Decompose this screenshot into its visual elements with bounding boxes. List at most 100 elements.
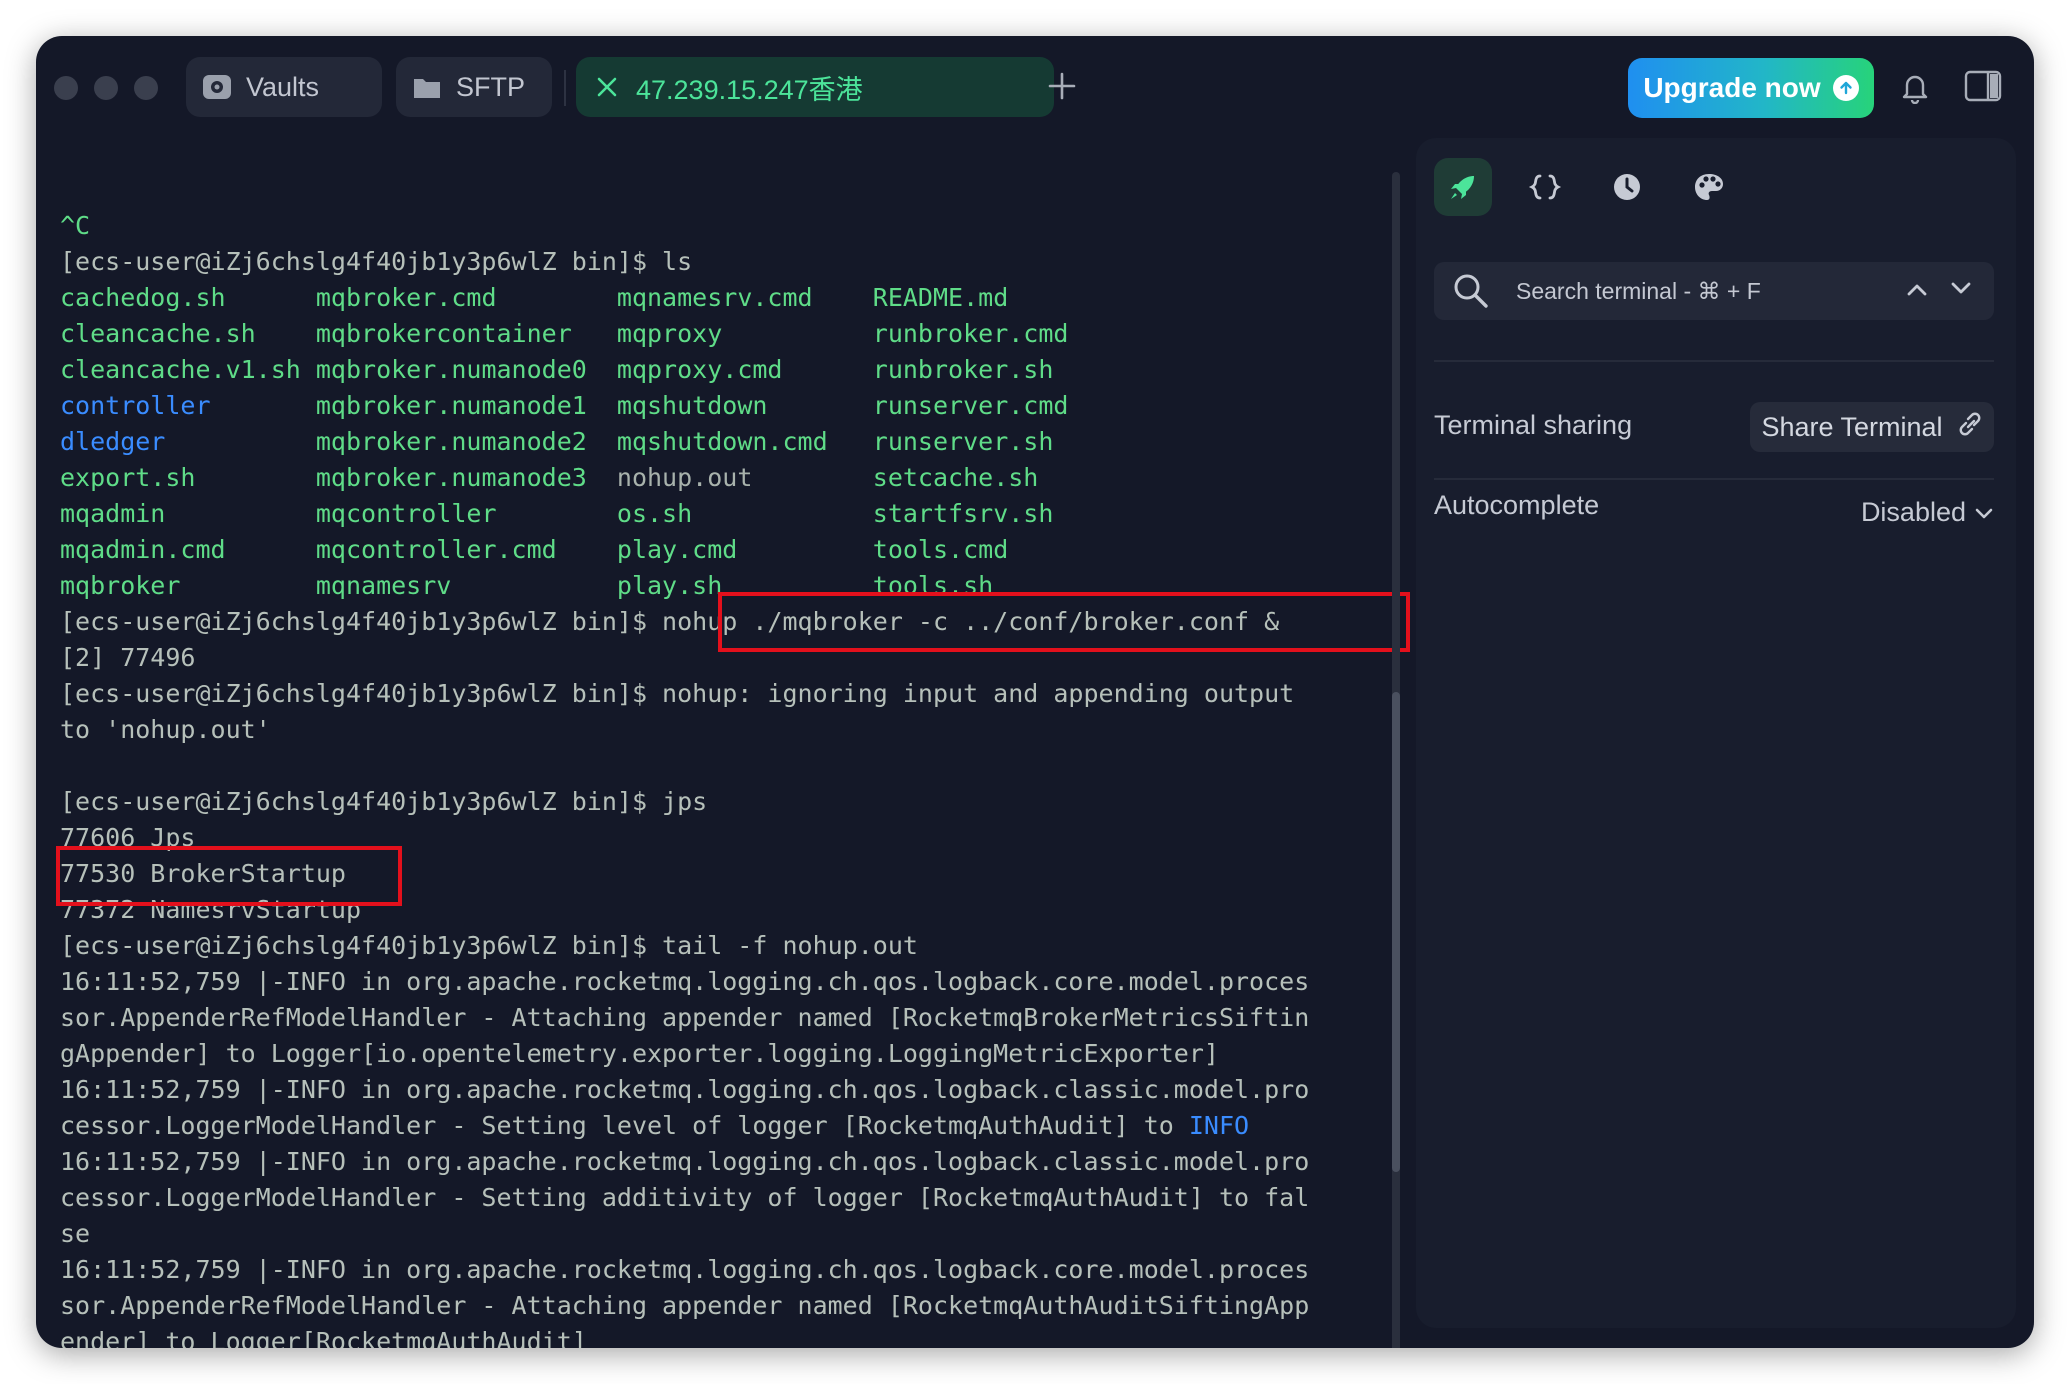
braces-icon[interactable] xyxy=(1516,158,1574,216)
terminal-text-segment: 77606 Jps xyxy=(60,823,196,852)
terminal-line: cleancache.v1.sh mqbroker.numanode0 mqpr… xyxy=(60,352,1309,388)
tab-vaults[interactable]: Vaults xyxy=(186,57,382,117)
terminal-text-segment: mqshutdown xyxy=(616,391,873,420)
terminal-line: 77372 NamesrvStartup xyxy=(60,892,1309,928)
tab-host-active[interactable]: 47.239.15.247香港 xyxy=(576,57,1054,117)
terminal-line: ender] to Logger[RocketmqAuthAudit] xyxy=(60,1324,1309,1348)
share-terminal-label: Share Terminal xyxy=(1761,411,1943,442)
terminal-text-segment: mqproxy.cmd xyxy=(616,355,873,384)
upgrade-now-label: Upgrade now xyxy=(1643,72,1821,103)
terminal-text-segment: runbroker.cmd xyxy=(872,319,1069,348)
terminal-text-segment: nohup.out xyxy=(616,463,873,492)
palette-icon[interactable] xyxy=(1680,158,1738,216)
scrollbar-thumb[interactable] xyxy=(1392,692,1400,1172)
terminal-text-segment: play.sh xyxy=(616,571,873,600)
terminal-text-segment: [ecs-user@iZj6chslg4f40jb1y3p6wlZ bin]$ … xyxy=(60,787,708,816)
close-icon[interactable] xyxy=(592,72,622,102)
share-terminal-button[interactable]: Share Terminal xyxy=(1750,402,1994,452)
chevron-up-icon[interactable] xyxy=(1906,282,1928,301)
tab-sftp-label: SFTP xyxy=(456,71,526,102)
search-placeholder: Search terminal - ⌘ + F xyxy=(1516,277,1761,304)
sidebar-toggle-icon[interactable] xyxy=(1964,70,2002,102)
terminal-line: cleancache.sh mqbrokercontainer mqproxy … xyxy=(60,316,1309,352)
terminal-line: cessor.LoggerModelHandler - Setting leve… xyxy=(60,1108,1309,1144)
side-panel-tabs xyxy=(1434,158,1738,216)
terminal-text-segment: [ecs-user@iZj6chslg4f40jb1y3p6wlZ bin]$ … xyxy=(60,247,693,276)
app-window: Vaults SFTP 47.239.15.247香港 Upgrade now xyxy=(36,36,2034,1348)
rocket-icon[interactable] xyxy=(1434,158,1492,216)
divider xyxy=(1434,478,1994,480)
terminal-view[interactable]: ^C [ecs-user@iZj6chslg4f40jb1y3p6wlZ bin]… xyxy=(36,136,1410,1348)
link-icon xyxy=(1957,410,1983,445)
plus-icon[interactable] xyxy=(1042,66,1082,106)
terminal-text-segment: mqbroker xyxy=(60,571,316,600)
terminal-text-segment: mqnamesrv xyxy=(315,571,617,600)
terminal-text-segment: play.cmd xyxy=(616,535,873,564)
terminal-text-segment: mqbrokercontainer xyxy=(315,319,617,348)
terminal-text-segment: startfsrv.sh xyxy=(872,499,1054,528)
terminal-text-segment: README.md xyxy=(872,283,1009,312)
upgrade-now-button[interactable]: Upgrade now xyxy=(1628,58,1874,118)
terminal-text-segment: sor.AppenderRefModelHandler - Attaching … xyxy=(60,1291,1310,1320)
tab-sftp[interactable]: SFTP xyxy=(396,57,552,117)
window-zoom-dot[interactable] xyxy=(134,76,158,100)
terminal-text-segment: cleancache.sh xyxy=(60,319,316,348)
terminal-text-segment: controller xyxy=(60,391,316,420)
terminal-text-segment: setcache.sh xyxy=(872,463,1039,492)
terminal-text-segment: runserver.cmd xyxy=(872,391,1069,420)
terminal-line: 77606 Jps xyxy=(60,820,1309,856)
history-icon[interactable] xyxy=(1598,158,1656,216)
search-icon xyxy=(1452,272,1490,310)
terminal-text-segment: [ecs-user@iZj6chslg4f40jb1y3p6wlZ bin]$ … xyxy=(60,607,1280,636)
window-close-dot[interactable] xyxy=(54,76,78,100)
terminal-line: 16:11:52,759 |-INFO in org.apache.rocket… xyxy=(60,1252,1309,1288)
terminal-text-segment: runserver.sh xyxy=(872,427,1054,456)
terminal-text-segment: se xyxy=(60,1219,91,1248)
terminal-line: [ecs-user@iZj6chslg4f40jb1y3p6wlZ bin]$ … xyxy=(60,928,1309,964)
bell-icon[interactable] xyxy=(1898,70,1932,105)
terminal-text-segment: cachedog.sh xyxy=(60,283,316,312)
terminal-text-segment: 16:11:52,759 |-INFO in org.apache.rocket… xyxy=(60,967,1310,996)
terminal-text-segment: os.sh xyxy=(616,499,873,528)
terminal-text-segment: gAppender] to Logger[io.opentelemetry.ex… xyxy=(60,1039,1219,1068)
terminal-sharing-label: Terminal sharing xyxy=(1434,410,1633,440)
title-bar: Vaults SFTP 47.239.15.247香港 Upgrade now xyxy=(36,36,2034,136)
terminal-text-segment: ^C xyxy=(60,211,91,240)
terminal-line: mqbroker mqnamesrv play.sh tools.sh xyxy=(60,568,1309,604)
terminal-text-segment: mqbroker.numanode1 xyxy=(315,391,617,420)
terminal-text-segment: dledger xyxy=(60,427,316,456)
tab-vaults-label: Vaults xyxy=(246,71,320,102)
tab-separator xyxy=(564,70,566,106)
side-panel: Search terminal - ⌘ + F Terminal sharing… xyxy=(1416,138,2016,1328)
terminal-scrollbar[interactable] xyxy=(1392,172,1400,1348)
terminal-text-segment: [ecs-user@iZj6chslg4f40jb1y3p6wlZ bin]$ … xyxy=(60,931,918,960)
terminal-line: controller mqbroker.numanode1 mqshutdown… xyxy=(60,388,1309,424)
terminal-text-segment: cessor.LoggerModelHandler - Setting addi… xyxy=(60,1183,1310,1212)
terminal-text-segment: mqcontroller xyxy=(315,499,617,528)
terminal-text-segment: mqcontroller.cmd xyxy=(315,535,617,564)
terminal-line: [ecs-user@iZj6chslg4f40jb1y3p6wlZ bin]$ … xyxy=(60,676,1309,712)
terminal-text-segment: cleancache.v1.sh xyxy=(60,355,316,384)
terminal-text-segment: mqnamesrv.cmd xyxy=(616,283,873,312)
terminal-line: mqadmin.cmd mqcontroller.cmd play.cmd to… xyxy=(60,532,1309,568)
terminal-line: [ecs-user@iZj6chslg4f40jb1y3p6wlZ bin]$ … xyxy=(60,784,1309,820)
terminal-line: export.sh mqbroker.numanode3 nohup.out s… xyxy=(60,460,1309,496)
window-minimize-dot[interactable] xyxy=(94,76,118,100)
terminal-line: [2] 77496 xyxy=(60,640,1309,676)
terminal-text-segment: mqadmin xyxy=(60,499,316,528)
autocomplete-dropdown[interactable]: Disabled xyxy=(1852,492,1994,532)
terminal-text-segment: mqadmin.cmd xyxy=(60,535,316,564)
terminal-text-segment: ender] to Logger[RocketmqAuthAudit] xyxy=(60,1327,587,1348)
terminal-text-segment: sor.AppenderRefModelHandler - Attaching … xyxy=(60,1003,1310,1032)
terminal-text-segment: [2] 77496 xyxy=(60,643,196,672)
terminal-text-segment: export.sh xyxy=(60,463,316,492)
terminal-text-segment: mqproxy xyxy=(616,319,873,348)
terminal-text-segment: mqbroker.numanode3 xyxy=(315,463,617,492)
chevron-down-icon[interactable] xyxy=(1950,282,1972,301)
terminal-text-segment: runbroker.sh xyxy=(872,355,1054,384)
terminal-text-segment: 77372 NamesrvStartup xyxy=(60,895,362,924)
tab-host-label: 47.239.15.247香港 xyxy=(636,74,863,105)
terminal-line: cessor.LoggerModelHandler - Setting addi… xyxy=(60,1180,1309,1216)
search-terminal-input[interactable]: Search terminal - ⌘ + F xyxy=(1434,262,1994,320)
